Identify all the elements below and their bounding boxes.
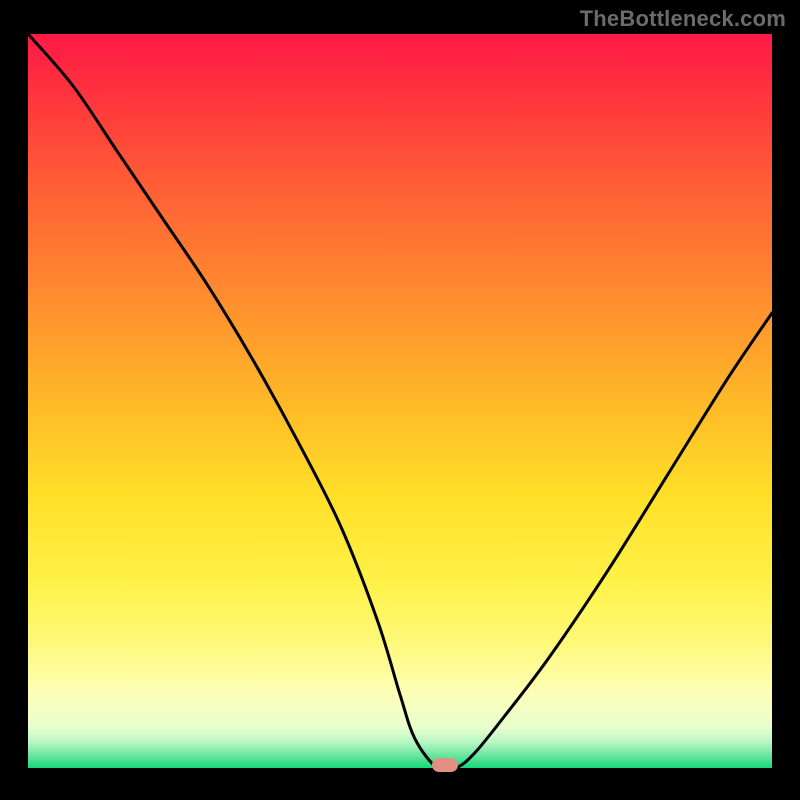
- chart-frame: TheBottleneck.com: [0, 0, 800, 800]
- optimal-point-marker: [432, 758, 458, 772]
- gradient-background: [28, 34, 772, 768]
- plot-area: [28, 34, 772, 768]
- watermark-text: TheBottleneck.com: [580, 6, 786, 32]
- bottleneck-plot-svg: [28, 34, 772, 768]
